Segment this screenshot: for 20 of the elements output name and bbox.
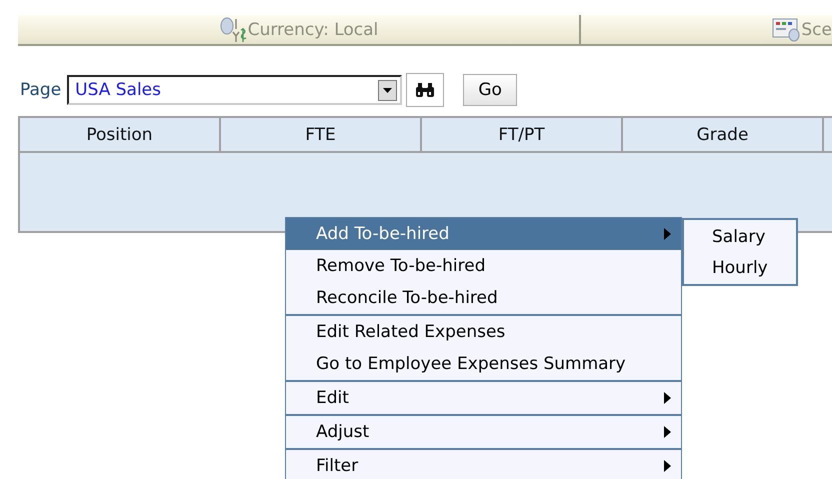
page-label: Page xyxy=(20,80,62,100)
currency-icon xyxy=(218,16,247,44)
column-header: Grade xyxy=(623,118,824,151)
column-header: FT/PT xyxy=(422,118,623,151)
menu-item[interactable]: Remove To-be-hired xyxy=(286,250,681,282)
menu-item[interactable]: Filter xyxy=(286,450,681,479)
submenu-item[interactable]: Hourly xyxy=(684,252,796,283)
submenu-item[interactable]: Salary xyxy=(684,221,796,252)
menu-item[interactable]: Edit xyxy=(286,382,681,414)
menu-item[interactable]: Reconcile To-be-hired xyxy=(286,282,681,314)
page-dropdown[interactable]: USA Sales xyxy=(67,75,402,105)
binoculars-icon xyxy=(415,82,436,98)
menu-item[interactable]: Edit Related Expenses xyxy=(286,316,681,348)
menu-item[interactable]: Adjust xyxy=(286,416,681,448)
column-header: FTE xyxy=(221,118,422,151)
menu-item[interactable]: Add To-be-hired xyxy=(286,218,681,250)
find-button[interactable] xyxy=(406,73,444,107)
column-header: Position xyxy=(20,118,221,151)
menu-item[interactable]: Go to Employee Expenses Summary xyxy=(286,348,681,380)
go-button[interactable]: Go xyxy=(463,74,518,106)
